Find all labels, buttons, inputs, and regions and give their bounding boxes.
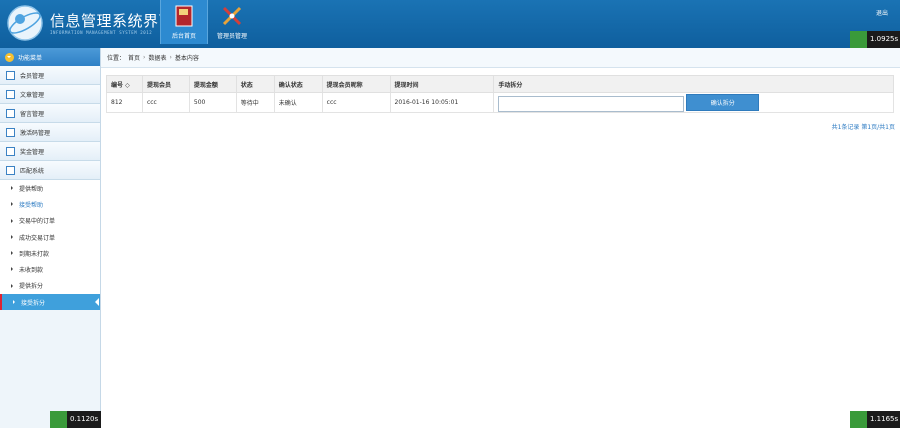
col-header-manual-split: 手动拆分 [493,75,894,93]
cell-manual-split: 确认拆分 [493,92,894,113]
sidebar-item-members[interactable]: 会员管理 [0,66,100,85]
timer-value: 0.1120s [70,415,99,423]
sidebar-item-label: 匹配系统 [20,167,45,175]
menu-toggle-icon [5,52,14,62]
sidebar-heading[interactable]: 功能菜单 [0,48,100,66]
cell-amount: 500 [188,92,237,113]
cell-member: ccc [141,92,190,113]
breadcrumb-current: 基本内容 [174,55,199,62]
sidebar-item-label: 文章管理 [20,91,45,99]
split-amount-input[interactable] [498,95,685,112]
sidebar-heading-label: 功能菜单 [18,54,43,62]
col-header-time: 提现时间 [389,75,495,93]
edit-icon [6,89,15,99]
submenu-orders-in-progress[interactable]: 交易中的订单 [0,213,100,229]
col-header-status: 状态 [235,75,275,93]
sidebar-item-bonus[interactable]: 奖金管理 [0,142,100,161]
table-header-row: 编号 ◇ 提现会员 提现金额 状态 确认状态 提现会员昵称 提现时间 手动拆分 [106,75,894,93]
col-header-amount: 提现金额 [188,75,237,93]
nav-admin[interactable]: 管理员管理 [208,0,256,44]
submenu-accept-help[interactable]: 接受帮助 [0,196,100,212]
render-timer-bottom: 1.1165s [850,411,900,428]
col-header-nickname: 提现会员昵称 [321,75,391,93]
sidebar-item-matching[interactable]: 匹配系统 [0,161,100,180]
matching-submenu: 提供帮助 接受帮助 交易中的订单 成功交易订单 到期未打款 未收到款 提供拆分 … [0,180,100,311]
timer-value: 1.0925s [870,35,899,43]
submenu-provide-split[interactable]: 提供拆分 [0,278,100,294]
sidebar-item-activation-codes[interactable]: 激活码管理 [0,123,100,142]
col-header-member: 提现会员 [141,75,190,93]
sidebar-item-label: 会员管理 [20,72,45,80]
breadcrumb-table[interactable]: 数据表 [148,53,166,62]
cell-confirm-status: 未确认 [273,92,323,113]
logout-link[interactable]: 退出 [876,8,888,17]
top-header: 信息管理系统界面 INFORMATION MANAGEMENT SYSTEM 2… [0,0,900,48]
sidebar-item-messages[interactable]: 留言管理 [0,104,100,123]
cell-status: 等待中 [235,92,275,113]
calendar-icon [6,165,15,175]
submenu-accept-split[interactable]: 接受拆分 [0,294,100,311]
main-content: 位置： 首页 › 数据表 › 基本内容 编号 ◇ 提现会员 提现金额 状态 确认… [101,48,900,428]
calendar-icon [6,146,15,156]
timer-value: 1.1165s [870,415,899,423]
app-subtitle: INFORMATION MANAGEMENT SYSTEM 2012 [50,30,153,35]
col-header-id[interactable]: 编号 ◇ [106,75,143,93]
withdrawal-table: 编号 ◇ 提现会员 提现金额 状态 确认状态 提现会员昵称 提现时间 手动拆分 … [106,75,894,113]
sidebar-item-articles[interactable]: 文章管理 [0,85,100,104]
confirm-split-button[interactable]: 确认拆分 [686,93,760,111]
sidebar-item-label: 留言管理 [20,110,45,118]
breadcrumb-separator: › [169,54,172,61]
breadcrumb: 位置： 首页 › 数据表 › 基本内容 [101,48,900,68]
globe-logo-icon [7,5,43,41]
app-title: 信息管理系统界面 [50,12,175,30]
breadcrumb-separator: › [143,54,146,61]
nav-home-label: 后台首页 [171,33,196,40]
nav-home[interactable]: 后台首页 [160,0,208,44]
render-timer-top: 1.0925s [850,31,900,48]
pagination-info: 共1条记录 第1页/共1页 [831,124,895,131]
breadcrumb-home[interactable]: 首页 [128,53,140,62]
tools-icon [222,6,242,26]
book-icon [175,5,193,27]
list-icon [6,70,15,80]
sidebar-item-label: 激活码管理 [20,129,51,137]
cell-nickname: ccc [321,92,391,113]
submenu-not-received[interactable]: 未收到款 [0,261,100,277]
speed-icon [850,411,867,428]
speed-icon [850,31,867,48]
breadcrumb-prefix: 位置： [107,55,126,62]
edit-icon [6,108,15,118]
render-timer-left: 0.1120s [50,411,102,428]
table-row: 812 ccc 500 等待中 未确认 ccc 2016-01-16 10:05… [106,92,894,113]
nav-admin-label: 管理员管理 [216,33,247,40]
sidebar-item-label: 奖金管理 [20,148,45,156]
speed-icon [50,411,67,428]
col-header-confirm-status: 确认状态 [273,75,323,93]
submenu-overdue-unpaid[interactable]: 到期未打款 [0,245,100,261]
calendar-icon [6,127,15,137]
cell-time: 2016-01-16 10:05:01 [389,92,495,113]
submenu-provide-help[interactable]: 提供帮助 [0,180,100,196]
sidebar: 功能菜单 会员管理 文章管理 留言管理 激活码管理 奖金管理 匹配系统 提供帮助… [0,48,101,428]
cell-id: 812 [106,92,143,113]
submenu-successful-orders[interactable]: 成功交易订单 [0,229,100,245]
